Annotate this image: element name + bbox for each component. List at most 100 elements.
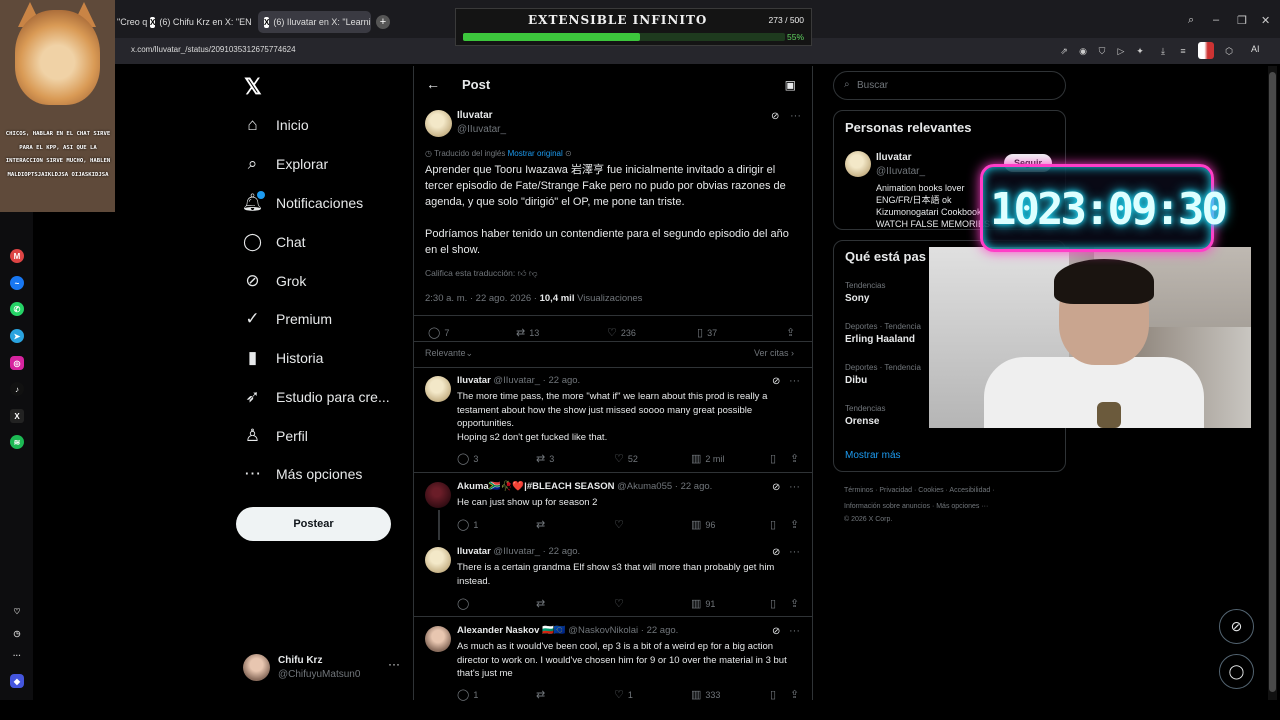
more-icon[interactable]: ··· xyxy=(388,657,400,671)
bookmark-button[interactable]: ▯ xyxy=(770,518,776,531)
like-button[interactable]: ♡ xyxy=(614,518,628,531)
heart-icon[interactable] xyxy=(1138,45,1150,57)
menu-icon[interactable]: ≡ xyxy=(1177,45,1189,57)
nav-item-notificaciones[interactable]: 🔔︎ Notificaciones xyxy=(242,188,363,218)
browser-tab[interactable]: X(6) Chifu Krz en X: "EN DIR xyxy=(150,11,254,33)
shield-icon[interactable]: ⛉ xyxy=(1096,45,1108,57)
thumbs-up-icon[interactable]: 👍︎ xyxy=(518,268,527,278)
author-name[interactable]: Iluvatar xyxy=(457,110,493,121)
like-button[interactable]: ♡ 236 xyxy=(607,326,636,339)
footer-links[interactable]: Información sobre anuncios · Más opcione… xyxy=(844,503,988,510)
scrollbar[interactable] xyxy=(1268,66,1277,700)
nav-item-perfil[interactable]: ♙ Perfil xyxy=(243,421,308,451)
search-input[interactable]: ⌕ Buscar xyxy=(833,71,1066,100)
grok-icon[interactable]: ⊘ xyxy=(771,111,779,122)
account-switcher[interactable]: Chifu Krz @ChifuyuMatsun0 ··· xyxy=(243,652,403,684)
reply-button[interactable]: ◯ 1 xyxy=(457,518,478,531)
reply-button[interactable]: ◯ 1 xyxy=(457,688,478,701)
reply-author[interactable]: Akuma🇿🇦🥀❤️|#BLEACH SEASON xyxy=(457,481,614,492)
x-icon[interactable]: X xyxy=(10,409,24,423)
like-button[interactable]: ♡ xyxy=(614,597,628,610)
bookmark-button[interactable]: ▯ xyxy=(770,688,776,701)
like-button[interactable]: ♡ 52 xyxy=(614,452,638,465)
nav-item-inicio[interactable]: ⌂ Inicio xyxy=(243,110,308,140)
person-handle[interactable]: @IIuvatar_ xyxy=(876,166,925,177)
camera-icon[interactable]: ◉ xyxy=(1077,45,1089,57)
more-icon[interactable]: ··· xyxy=(789,546,800,558)
nav-item-estudio-para-cre[interactable]: ➶ Estudio para cre... xyxy=(243,382,389,412)
avatar[interactable] xyxy=(425,547,451,573)
views-button[interactable]: ▥ 91 xyxy=(691,597,715,610)
reply-button[interactable]: ◯ 3 xyxy=(457,452,478,465)
more-icon[interactable]: ··· xyxy=(10,648,24,662)
grok-icon[interactable]: ⊘ xyxy=(772,547,780,558)
thumbs-down-icon[interactable]: 👎︎ xyxy=(529,268,538,278)
gmail-icon[interactable]: M xyxy=(10,249,24,263)
like-button[interactable]: ♡ 1 xyxy=(614,688,633,701)
repost-button[interactable]: ⇄ xyxy=(536,597,549,610)
spotify-icon[interactable]: ≋ xyxy=(10,435,24,449)
minimize-icon[interactable]: – xyxy=(1213,14,1219,26)
profile-avatar[interactable] xyxy=(1198,42,1214,59)
repost-button[interactable]: ⇄ xyxy=(536,688,549,701)
nav-item-explorar[interactable]: ⌕ Explorar xyxy=(243,149,328,179)
repost-button[interactable]: ⇄ 3 xyxy=(536,452,554,465)
history-icon[interactable]: ◷ xyxy=(10,626,24,640)
messenger-icon[interactable]: ~ xyxy=(10,276,24,290)
post-time[interactable]: 2:30 a. m. · 22 ago. 2026 · xyxy=(425,293,540,304)
browser-tab-active[interactable]: X (6) Iluvatar en X: "Learnin xyxy=(258,11,371,33)
url-field[interactable]: x.com/Iluvatar_/status/20910353126757746… xyxy=(131,45,296,54)
grok-fab-button[interactable]: ⊘ xyxy=(1219,609,1254,644)
post-button[interactable]: Postear xyxy=(236,507,391,541)
avatar[interactable] xyxy=(845,151,871,177)
search-tabs-icon[interactable]: ⌕ xyxy=(1188,14,1194,27)
share-button[interactable]: ⇪ xyxy=(786,326,795,339)
new-tab-button[interactable]: + xyxy=(376,15,390,29)
chat-fab-button[interactable]: ◯ xyxy=(1219,654,1254,689)
tiktok-icon[interactable]: ♪ xyxy=(10,382,24,396)
person-name[interactable]: Iluvatar xyxy=(876,152,912,163)
nav-item-más-opciones[interactable]: ⋯ Más opciones xyxy=(243,459,362,489)
nav-item-chat[interactable]: ◯ Chat xyxy=(243,227,306,257)
bookmark-button[interactable]: ▯ 37 xyxy=(697,326,717,339)
ai-button[interactable]: AI xyxy=(1251,44,1260,54)
author-avatar[interactable] xyxy=(425,110,452,137)
sort-replies-dropdown[interactable]: Relevante⌄ xyxy=(425,348,473,359)
grok-icon[interactable]: ⊘ xyxy=(772,482,780,493)
more-icon[interactable]: ··· xyxy=(789,625,800,637)
play-icon[interactable]: ▷ xyxy=(1115,45,1127,57)
share-button[interactable]: ⇪ xyxy=(790,518,799,531)
heart-icon[interactable]: ♡ xyxy=(10,604,24,618)
share-icon[interactable]: ⇗ xyxy=(1058,45,1070,57)
nav-item-historia[interactable]: ▮ Historia xyxy=(243,343,324,373)
telegram-icon[interactable]: ➤ xyxy=(10,329,24,343)
x-logo-icon[interactable]: 𝕏 xyxy=(244,74,262,100)
scrollbar-thumb[interactable] xyxy=(1269,72,1276,692)
share-button[interactable]: ⇪ xyxy=(790,452,799,465)
close-window-icon[interactable]: ✕ xyxy=(1261,14,1270,27)
show-more-link[interactable]: Mostrar más xyxy=(845,450,901,461)
more-icon[interactable]: ··· xyxy=(789,375,800,387)
reply-author[interactable]: Alexander Naskov 🇧🇬🇪🇺 xyxy=(457,625,566,636)
grok-icon[interactable]: ⊘ xyxy=(772,626,780,637)
reply-author[interactable]: Iluvatar xyxy=(457,546,491,557)
views-button[interactable]: ▥ 2 mil xyxy=(691,452,724,465)
view-quotes-link[interactable]: Ver citas › xyxy=(754,348,794,358)
show-original-link[interactable]: Mostrar original xyxy=(508,149,563,158)
whatsapp-icon[interactable]: ✆ xyxy=(10,302,24,316)
author-handle[interactable]: @IIuvatar_ xyxy=(457,124,506,135)
avatar[interactable] xyxy=(425,482,451,508)
bookmark-button[interactable]: ▯ xyxy=(770,452,776,465)
instagram-icon[interactable]: ◎ xyxy=(10,356,24,370)
share-button[interactable]: ⇪ xyxy=(790,597,799,610)
avatar[interactable] xyxy=(425,376,451,402)
browser-tab[interactable]: "Creo q xyxy=(117,11,147,33)
reply-author[interactable]: Iluvatar xyxy=(457,375,491,386)
app-icon[interactable]: ◆ xyxy=(10,674,24,688)
more-icon[interactable]: ··· xyxy=(789,481,800,493)
cube-icon[interactable]: ⬡ xyxy=(1223,45,1235,57)
views-button[interactable]: ▥ 333 xyxy=(691,688,720,701)
reply-button[interactable]: ◯ xyxy=(457,597,473,610)
share-button[interactable]: ⇪ xyxy=(790,688,799,701)
nav-item-grok[interactable]: ⊘ Grok xyxy=(243,266,306,296)
